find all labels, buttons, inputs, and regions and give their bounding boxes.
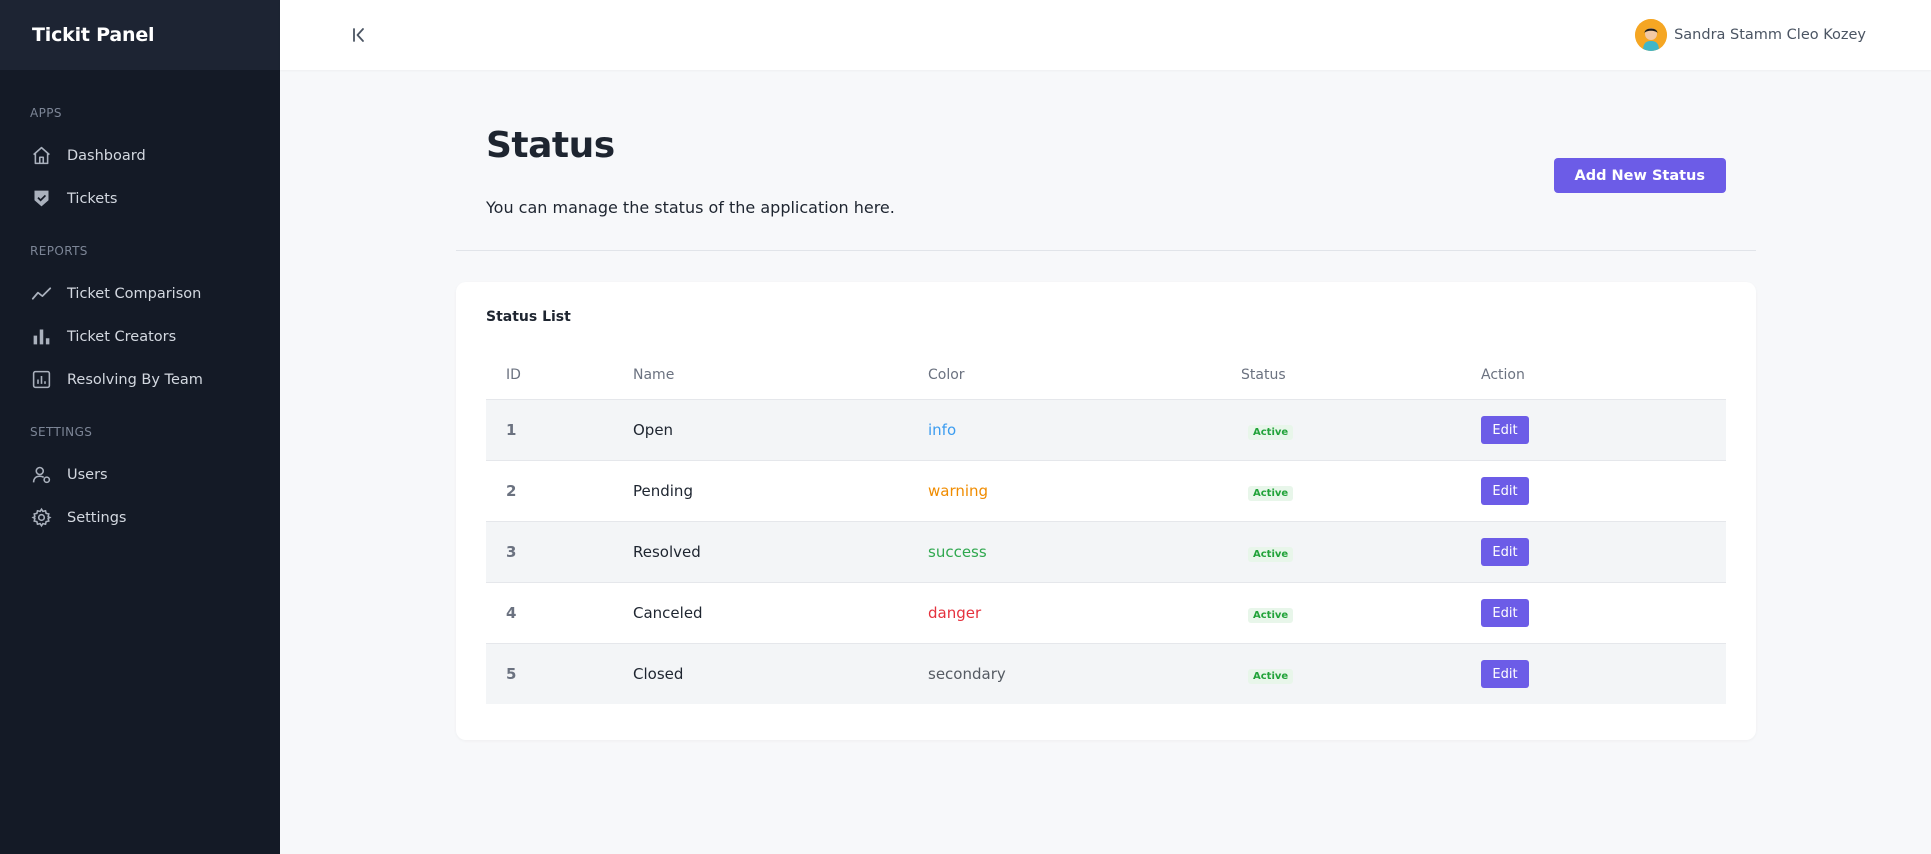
brand[interactable]: Tickit Panel bbox=[0, 0, 280, 70]
status-badge: Active bbox=[1248, 668, 1294, 684]
cell-color: danger bbox=[928, 604, 982, 622]
edit-button[interactable]: Edit bbox=[1481, 599, 1529, 627]
cell-action: Edit bbox=[1481, 599, 1726, 627]
cell-name: Resolved bbox=[633, 543, 701, 561]
sidebar-item-label: Settings bbox=[67, 509, 127, 526]
cell-id: 2 bbox=[506, 482, 517, 500]
sidebar-item-dashboard[interactable]: Dashboard bbox=[30, 134, 250, 177]
user-name[interactable]: Sandra Stamm Cleo Kozey bbox=[1674, 27, 1866, 43]
users-icon bbox=[30, 464, 52, 486]
avatar[interactable] bbox=[1635, 19, 1668, 51]
shield-check-icon bbox=[30, 188, 52, 210]
sidebar-section-reports: REPORTS Ticket Comparison Ticket Creator… bbox=[0, 244, 280, 401]
cell-status: Active bbox=[1241, 543, 1481, 562]
sidebar-item-label: Dashboard bbox=[67, 147, 146, 164]
card-title: Status List bbox=[486, 309, 571, 325]
sidebar-item-users[interactable]: Users bbox=[30, 453, 250, 496]
cell-id: 1 bbox=[506, 421, 517, 439]
trend-line-icon bbox=[30, 283, 52, 305]
sidebar: Tickit Panel APPS Dashboard Tickets REPO… bbox=[0, 0, 280, 854]
cell-name: Canceled bbox=[633, 604, 703, 622]
cell-name: Pending bbox=[633, 482, 693, 500]
edit-button[interactable]: Edit bbox=[1481, 538, 1529, 566]
cell-action: Edit bbox=[1481, 477, 1726, 505]
cell-status: Active bbox=[1241, 604, 1481, 623]
edit-button[interactable]: Edit bbox=[1481, 477, 1529, 505]
page-subtitle: You can manage the status of the applica… bbox=[486, 198, 895, 217]
main-content: Status You can manage the status of the … bbox=[456, 70, 1756, 740]
table-row: 1 Open info Active Edit bbox=[486, 400, 1726, 461]
section-label-reports: REPORTS bbox=[30, 244, 88, 258]
cell-color: info bbox=[928, 421, 957, 439]
user-menu[interactable]: Sandra Stamm Cleo Kozey bbox=[1635, 19, 1866, 51]
sidebar-item-label: Users bbox=[67, 466, 108, 483]
report-icon bbox=[30, 369, 52, 391]
edit-button[interactable]: Edit bbox=[1481, 416, 1529, 444]
gear-icon bbox=[30, 507, 52, 529]
section-label-settings: SETTINGS bbox=[30, 425, 93, 439]
page-title: Status bbox=[486, 125, 615, 166]
cell-status: Active bbox=[1241, 665, 1481, 684]
column-header-color: Color bbox=[928, 366, 965, 383]
section-label-apps: APPS bbox=[30, 106, 62, 120]
sidebar-item-label: Resolving By Team bbox=[67, 371, 203, 388]
table-row: 2 Pending warning Active Edit bbox=[486, 461, 1726, 522]
cell-status: Active bbox=[1241, 482, 1481, 501]
add-new-status-button[interactable]: Add New Status bbox=[1553, 158, 1726, 193]
cell-id: 4 bbox=[506, 604, 517, 622]
cell-color: secondary bbox=[928, 665, 1006, 683]
table-row: 3 Resolved success Active Edit bbox=[486, 522, 1726, 583]
sidebar-item-tickets[interactable]: Tickets bbox=[30, 177, 250, 220]
status-badge: Active bbox=[1248, 546, 1294, 562]
cell-id: 3 bbox=[506, 543, 517, 561]
column-header-action: Action bbox=[1481, 366, 1525, 383]
edit-button[interactable]: Edit bbox=[1481, 660, 1529, 688]
cell-name: Closed bbox=[633, 665, 684, 683]
brand-title[interactable]: Tickit Panel bbox=[32, 24, 155, 46]
cell-action: Edit bbox=[1481, 660, 1726, 688]
cell-status: Active bbox=[1241, 421, 1481, 440]
status-badge: Active bbox=[1248, 485, 1294, 501]
cell-color: success bbox=[928, 543, 987, 561]
home-icon bbox=[30, 145, 52, 167]
status-badge: Active bbox=[1248, 424, 1294, 440]
table-row: 5 Closed secondary Active Edit bbox=[486, 644, 1726, 704]
status-badge: Active bbox=[1248, 607, 1294, 623]
status-list-card: Status List ID Name Color Status Action … bbox=[456, 282, 1756, 740]
sidebar-section-settings: SETTINGS Users Settings bbox=[0, 425, 280, 539]
cell-action: Edit bbox=[1481, 538, 1726, 566]
column-header-status: Status bbox=[1241, 366, 1286, 383]
page-header: Status You can manage the status of the … bbox=[456, 70, 1756, 251]
collapse-sidebar-icon[interactable] bbox=[348, 24, 370, 46]
bar-chart-icon bbox=[30, 326, 52, 348]
cell-name: Open bbox=[633, 421, 674, 439]
sidebar-item-label: Tickets bbox=[67, 190, 118, 207]
table-header: ID Name Color Status Action bbox=[486, 350, 1726, 400]
status-table: ID Name Color Status Action 1 Open info … bbox=[486, 350, 1726, 704]
table-row: 4 Canceled danger Active Edit bbox=[486, 583, 1726, 644]
column-header-name: Name bbox=[633, 366, 675, 383]
cell-action: Edit bbox=[1481, 416, 1726, 444]
sidebar-item-ticket-comparison[interactable]: Ticket Comparison bbox=[30, 272, 250, 315]
topbar: Sandra Stamm Cleo Kozey bbox=[280, 0, 1931, 70]
sidebar-item-label: Ticket Comparison bbox=[67, 285, 202, 302]
sidebar-item-label: Ticket Creators bbox=[67, 328, 177, 345]
column-header-id: ID bbox=[506, 366, 521, 383]
sidebar-section-apps: APPS Dashboard Tickets bbox=[0, 106, 280, 220]
cell-color: warning bbox=[928, 482, 989, 500]
sidebar-item-resolving-by-team[interactable]: Resolving By Team bbox=[30, 358, 250, 401]
sidebar-item-ticket-creators[interactable]: Ticket Creators bbox=[30, 315, 250, 358]
cell-id: 5 bbox=[506, 665, 517, 683]
sidebar-item-settings[interactable]: Settings bbox=[30, 496, 250, 539]
